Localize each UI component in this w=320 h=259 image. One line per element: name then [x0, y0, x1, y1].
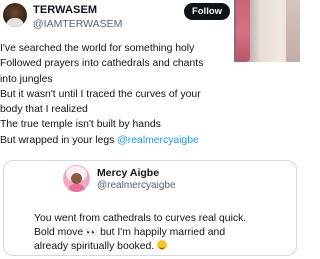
post-line: body that I realized [0, 104, 88, 116]
quote-line: You went from cathedrals to curves real … [34, 213, 247, 224]
quote-body: You went from cathedrals to curves real … [34, 212, 296, 254]
quote-author-name[interactable]: Mercy Aigbe [97, 167, 159, 179]
post-line: Followed prayers into cathedrals and cha… [0, 58, 204, 70]
quote-author-handle[interactable]: @realmercyaigbe [97, 180, 176, 191]
follow-button[interactable]: Follow [184, 3, 230, 20]
quote-line-text: already spiritually booked. [34, 241, 158, 252]
post-line: The true temple isn't built by hands [0, 119, 161, 131]
avatar-face [71, 173, 82, 184]
quote-author-avatar[interactable] [63, 165, 90, 192]
avatar-dress [68, 184, 85, 192]
author-avatar[interactable] [3, 3, 27, 27]
quote-line: Bold move 👀 but I'm happily married and [34, 226, 296, 240]
author-handle[interactable]: @IAMTERWASEM [33, 18, 122, 30]
post-line-text: But wrapped in your legs [0, 134, 118, 146]
post-line-last: But wrapped in your legs @realmercyaigbe [0, 133, 296, 148]
author-name[interactable]: TERWASEM [33, 4, 97, 16]
post-line: into jungles [0, 73, 53, 85]
mention-link[interactable]: @realmercyaigbe [117, 135, 199, 146]
quote-line-text: but I'm happily married and [97, 227, 226, 238]
avatar-shirt [6, 18, 24, 27]
quote-line-text: Bold move [34, 227, 86, 238]
smiling-face-emoji [157, 240, 168, 250]
post-line: I've searched the world for something ho… [0, 43, 195, 54]
post-body: I've searched the world for something ho… [0, 41, 296, 148]
post-line: But it wasn't until I traced the curves … [0, 88, 201, 100]
eyes-emoji: 👀 [85, 228, 98, 238]
quote-line: already spiritually booked. [34, 240, 296, 254]
